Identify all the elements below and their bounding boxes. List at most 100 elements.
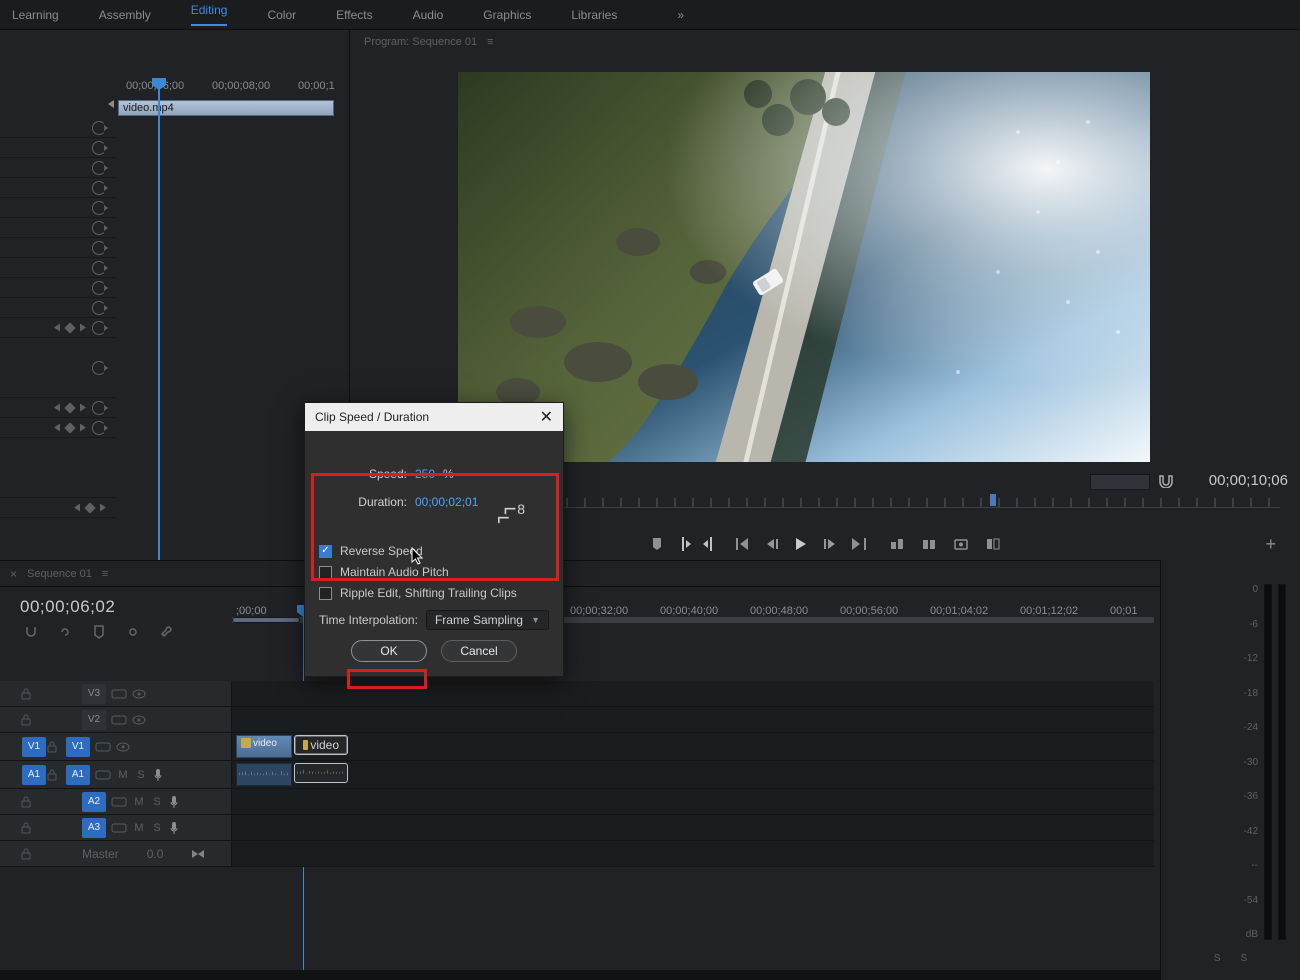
solo-left-icon[interactable]: S <box>1214 953 1221 964</box>
program-tab[interactable]: Program: Sequence 01 ≡ <box>350 30 1300 54</box>
solo-right-icon[interactable]: S <box>1241 953 1248 964</box>
settings-icon[interactable] <box>126 625 140 639</box>
sync-lock-icon[interactable] <box>110 687 128 701</box>
close-icon[interactable]: ✕ <box>540 407 553 427</box>
meter-left[interactable] <box>1264 584 1272 940</box>
play-icon[interactable] <box>796 538 806 550</box>
program-position-indicator[interactable] <box>990 494 996 506</box>
reset-icon[interactable] <box>92 221 106 235</box>
duration-input[interactable]: 00;00;02;01 <box>415 495 478 509</box>
audio-clip-a[interactable] <box>236 763 292 786</box>
reset-icon[interactable] <box>92 361 106 375</box>
extract-icon[interactable] <box>922 537 936 551</box>
reset-icon[interactable] <box>92 181 106 195</box>
gang-link-icon[interactable]: ⌐8⌐ <box>497 489 523 529</box>
audio-clip-b[interactable] <box>294 763 348 783</box>
video-clip-b[interactable]: video <box>294 735 348 755</box>
reset-icon[interactable] <box>92 401 106 415</box>
reset-icon[interactable] <box>92 141 106 155</box>
next-keyframe-icon[interactable] <box>80 324 86 332</box>
reset-icon[interactable] <box>92 161 106 175</box>
lock-icon[interactable] <box>46 769 58 781</box>
snap-icon[interactable] <box>1158 474 1174 488</box>
button-editor-icon[interactable]: + <box>1265 534 1276 555</box>
reset-icon[interactable] <box>92 301 106 315</box>
meter-right[interactable] <box>1278 584 1286 940</box>
wrench-icon[interactable] <box>160 625 174 639</box>
track-header-a3[interactable]: A3 M S <box>0 815 232 840</box>
timeline-scrollbar[interactable] <box>0 970 1160 980</box>
collapse-icon[interactable] <box>191 849 205 859</box>
sync-lock-icon[interactable] <box>110 795 128 809</box>
track-header-master[interactable]: Master 0.0 <box>0 841 232 866</box>
tabs-overflow-icon[interactable]: » <box>677 8 684 22</box>
tab-learning[interactable]: Learning <box>12 8 59 22</box>
master-value[interactable]: 0.0 <box>147 847 164 861</box>
keyframe-icon[interactable] <box>64 422 75 433</box>
expand-icon[interactable] <box>108 100 114 108</box>
source-clip[interactable]: video.mp4 <box>118 100 334 116</box>
comparison-icon[interactable] <box>986 537 1000 551</box>
track-header-v1[interactable]: V1 V1 <box>0 733 232 760</box>
sync-lock-icon[interactable] <box>94 768 112 782</box>
keyframe-icon[interactable] <box>84 502 95 513</box>
track-target-a1[interactable]: A1 <box>66 765 90 785</box>
tab-editing[interactable]: Editing <box>191 3 228 26</box>
tab-libraries[interactable]: Libraries <box>571 8 617 22</box>
solo-icon[interactable]: S <box>150 822 164 834</box>
keyframe-icon[interactable] <box>64 322 75 333</box>
tab-graphics[interactable]: Graphics <box>483 8 531 22</box>
track-header-v2[interactable]: V2 <box>0 707 232 732</box>
lock-icon[interactable] <box>20 848 32 860</box>
cancel-button[interactable]: Cancel <box>441 640 517 662</box>
track-target-v3[interactable]: V3 <box>82 684 106 704</box>
panel-menu-icon[interactable]: ≡ <box>102 568 108 580</box>
linked-selection-icon[interactable] <box>58 625 72 639</box>
next-keyframe-icon[interactable] <box>80 404 86 412</box>
voiceover-icon[interactable] <box>152 768 164 782</box>
prev-keyframe-icon[interactable] <box>54 404 60 412</box>
lock-icon[interactable] <box>20 688 32 700</box>
reverse-speed-checkbox[interactable] <box>319 545 332 558</box>
video-clip-a[interactable]: video <box>236 735 292 758</box>
speed-input[interactable]: 250 <box>415 467 435 481</box>
reset-icon[interactable] <box>92 261 106 275</box>
sync-lock-icon[interactable] <box>94 740 112 754</box>
marker-icon[interactable] <box>92 625 106 639</box>
prev-keyframe-icon[interactable] <box>54 424 60 432</box>
track-header-a2[interactable]: A2 M S <box>0 789 232 814</box>
dialog-titlebar[interactable]: Clip Speed / Duration ✕ <box>305 403 563 431</box>
prev-keyframe-icon[interactable] <box>54 324 60 332</box>
track-target-v1[interactable]: V1 <box>66 737 90 757</box>
lock-icon[interactable] <box>46 741 58 753</box>
panel-menu-icon[interactable]: ≡ <box>487 36 492 48</box>
step-forward-icon[interactable] <box>824 539 834 549</box>
ripple-edit-checkbox[interactable] <box>319 587 332 600</box>
source-playhead[interactable] <box>158 82 160 562</box>
lock-icon[interactable] <box>20 796 32 808</box>
reset-icon[interactable] <box>92 421 106 435</box>
track-target-a2[interactable]: A2 <box>82 792 106 812</box>
timeline-timecode[interactable]: 00;00;06;02 <box>20 597 115 617</box>
mute-icon[interactable]: M <box>116 769 130 781</box>
source-patch-a1[interactable]: A1 <box>22 765 46 785</box>
track-target-a3[interactable]: A3 <box>82 818 106 838</box>
eye-icon[interactable] <box>132 689 146 699</box>
goto-in-icon[interactable] <box>736 538 750 550</box>
mark-in-icon[interactable] <box>682 537 688 551</box>
ok-button[interactable]: OK <box>351 640 427 662</box>
track-header-v3[interactable]: V3 <box>0 681 232 706</box>
keyframe-icon[interactable] <box>64 402 75 413</box>
source-ruler[interactable]: 00;00;06;00 00;00;08;00 00;00;1 <box>0 78 349 100</box>
reset-icon[interactable] <box>92 281 106 295</box>
eye-icon[interactable] <box>116 742 130 752</box>
solo-icon[interactable]: S <box>150 796 164 808</box>
sync-lock-icon[interactable] <box>110 821 128 835</box>
time-interpolation-dropdown[interactable]: Frame Sampling ▼ <box>426 610 549 630</box>
close-tab-icon[interactable]: × <box>10 567 17 581</box>
tab-assembly[interactable]: Assembly <box>99 8 151 22</box>
mark-out-icon[interactable] <box>706 537 712 551</box>
track-target-v2[interactable]: V2 <box>82 710 106 730</box>
reset-icon[interactable] <box>92 201 106 215</box>
marker-icon[interactable] <box>650 537 664 551</box>
